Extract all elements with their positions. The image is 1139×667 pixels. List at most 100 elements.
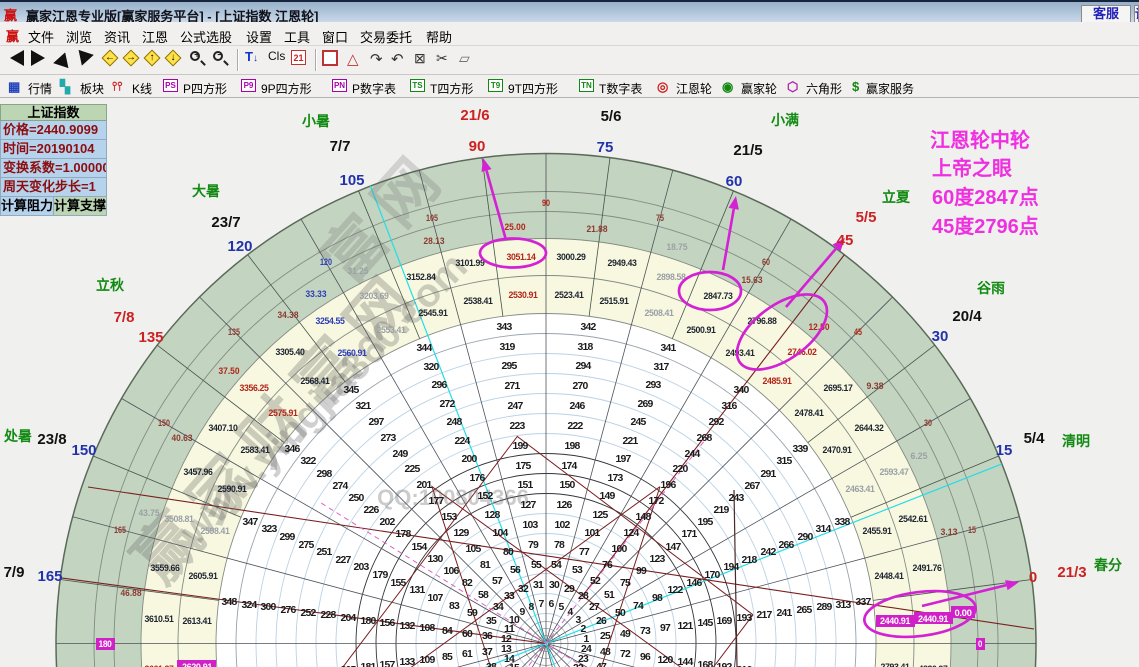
svg-text:21/5: 21/5: [733, 142, 762, 159]
svg-text:29: 29: [564, 583, 575, 595]
svg-text:225: 225: [405, 463, 421, 475]
svg-text:150: 150: [560, 479, 576, 491]
svg-text:343: 343: [497, 321, 513, 333]
svg-text:60度2847点: 60度2847点: [932, 185, 1039, 209]
svg-text:73: 73: [640, 625, 651, 637]
svg-text:126: 126: [557, 499, 573, 511]
svg-text:320: 320: [424, 361, 440, 373]
svg-text:25.00: 25.00: [505, 222, 526, 233]
svg-text:180: 180: [361, 615, 377, 627]
svg-text:2493.41: 2493.41: [726, 348, 756, 359]
svg-text:15: 15: [968, 525, 977, 536]
svg-text:241: 241: [777, 607, 793, 619]
svg-text:199: 199: [513, 440, 529, 452]
svg-text:173: 173: [608, 472, 624, 484]
svg-text:33: 33: [504, 590, 515, 602]
svg-text:2463.41: 2463.41: [846, 484, 876, 495]
svg-text:40.63: 40.63: [172, 433, 193, 444]
svg-text:2598.41: 2598.41: [201, 526, 231, 537]
svg-text:85: 85: [442, 651, 453, 663]
svg-text:35: 35: [486, 615, 497, 627]
svg-text:30: 30: [932, 328, 949, 345]
svg-text:177: 177: [429, 495, 445, 507]
svg-text:290: 290: [798, 531, 814, 543]
svg-text:31.25: 31.25: [348, 266, 370, 277]
svg-text:2485.91: 2485.91: [763, 376, 793, 387]
svg-text:132: 132: [400, 620, 416, 632]
svg-text:268: 268: [697, 432, 713, 444]
svg-text:80: 80: [503, 546, 514, 558]
svg-text:2898.58: 2898.58: [657, 272, 686, 283]
svg-text:2470.91: 2470.91: [823, 445, 853, 456]
svg-text:274: 274: [333, 480, 349, 492]
svg-text:125: 125: [593, 509, 609, 521]
svg-text:121: 121: [678, 620, 694, 632]
svg-text:6.25: 6.25: [911, 451, 929, 462]
svg-text:342: 342: [581, 321, 597, 333]
svg-text:148: 148: [636, 511, 652, 523]
svg-text:266: 266: [779, 539, 795, 551]
svg-text:75: 75: [620, 577, 631, 589]
svg-text:77: 77: [579, 546, 590, 558]
svg-text:53: 53: [572, 564, 583, 576]
svg-text:2847.73: 2847.73: [704, 291, 733, 302]
svg-text:180: 180: [99, 639, 112, 650]
svg-text:34.38: 34.38: [278, 310, 299, 321]
svg-text:202: 202: [380, 516, 396, 528]
svg-text:227: 227: [336, 554, 352, 566]
svg-text:228: 228: [321, 609, 337, 621]
svg-text:43.75: 43.75: [139, 508, 161, 519]
svg-text:2491.76: 2491.76: [913, 563, 942, 574]
svg-text:339: 339: [793, 443, 809, 455]
svg-text:318: 318: [578, 341, 594, 353]
svg-text:323: 323: [262, 523, 278, 535]
svg-text:52: 52: [590, 575, 601, 587]
svg-text:3508.81: 3508.81: [165, 514, 195, 525]
svg-text:90: 90: [542, 198, 550, 209]
svg-text:25: 25: [600, 630, 611, 642]
svg-text:81: 81: [480, 559, 491, 571]
svg-text:47: 47: [596, 661, 607, 667]
svg-text:248: 248: [447, 416, 463, 428]
svg-text:201: 201: [417, 479, 433, 491]
svg-text:76: 76: [602, 559, 613, 571]
svg-text:60: 60: [726, 173, 743, 190]
svg-text:2568.41: 2568.41: [301, 376, 331, 387]
svg-text:154: 154: [412, 541, 428, 553]
svg-text:7/7: 7/7: [330, 138, 351, 155]
svg-text:340: 340: [734, 384, 750, 396]
svg-text:98: 98: [652, 592, 663, 604]
svg-text:56: 56: [510, 564, 521, 576]
svg-text:立夏: 立夏: [882, 189, 911, 205]
svg-text:72: 72: [620, 648, 631, 660]
svg-text:200: 200: [462, 453, 478, 465]
svg-text:3305.40: 3305.40: [276, 347, 305, 358]
svg-text:立秋: 立秋: [96, 277, 125, 293]
svg-text:124: 124: [624, 527, 640, 539]
svg-text:20/4: 20/4: [952, 308, 982, 325]
svg-text:36: 36: [482, 630, 493, 642]
svg-text:298: 298: [317, 468, 333, 480]
svg-text:21.88: 21.88: [587, 224, 608, 235]
svg-text:45: 45: [854, 327, 863, 338]
svg-text:146: 146: [687, 577, 703, 589]
svg-text:270: 270: [573, 380, 589, 392]
svg-text:293: 293: [646, 379, 662, 391]
svg-text:105: 105: [466, 543, 482, 555]
svg-text:2593.47: 2593.47: [880, 467, 909, 478]
svg-text:2545.91: 2545.91: [419, 308, 449, 319]
svg-text:15: 15: [996, 442, 1013, 459]
svg-text:348: 348: [222, 596, 238, 608]
svg-text:31: 31: [533, 579, 544, 591]
svg-text:3254.55: 3254.55: [316, 316, 346, 327]
svg-text:300: 300: [261, 601, 277, 613]
svg-text:223: 223: [510, 420, 526, 432]
svg-text:54: 54: [551, 559, 562, 571]
svg-text:314: 314: [816, 523, 832, 535]
svg-text:5/6: 5/6: [601, 108, 622, 125]
svg-text:151: 151: [518, 479, 534, 491]
svg-text:26: 26: [596, 615, 607, 627]
svg-text:小满: 小满: [771, 112, 799, 128]
svg-text:78: 78: [554, 539, 565, 551]
svg-text:0: 0: [978, 639, 982, 650]
